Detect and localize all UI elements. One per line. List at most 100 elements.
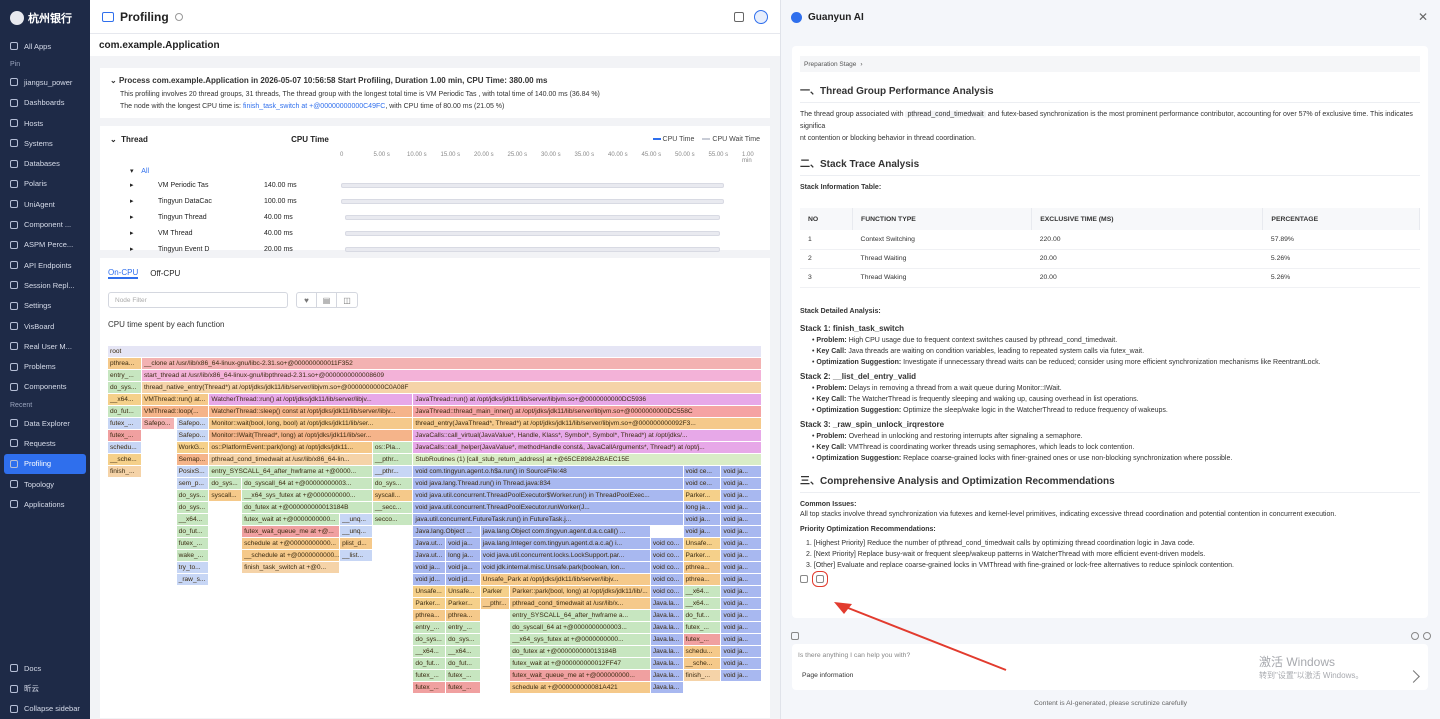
- flame-frame[interactable]: pthrea...: [413, 610, 447, 621]
- flame-frame[interactable]: void ja...: [721, 538, 762, 549]
- flame-frame[interactable]: plist_d...: [340, 538, 373, 549]
- flame-frame[interactable]: JavaThread::thread_main_inner() at /opt/…: [413, 406, 762, 417]
- flame-frame[interactable]: JavaCalls::call_virtual(JavaValue*, Hand…: [413, 430, 762, 441]
- nav-item-aspm-perce-[interactable]: ASPM Perce...: [0, 235, 90, 255]
- nav-all-apps[interactable]: All Apps: [0, 36, 90, 56]
- expand-icon[interactable]: ▸: [130, 245, 144, 253]
- flame-frame[interactable]: Parker: [480, 586, 511, 597]
- flame-frame[interactable]: try_to...: [176, 562, 210, 573]
- flame-frame[interactable]: void java.util.concurrent.ThreadPoolExec…: [413, 502, 684, 513]
- flame-frame[interactable]: void ja...: [721, 502, 762, 513]
- nav-bottom-item[interactable]: Docs: [0, 658, 90, 678]
- flame-frame[interactable]: futex_...: [108, 430, 142, 441]
- flame-frame[interactable]: void co...: [650, 562, 684, 573]
- flame-frame[interactable]: __sche...: [108, 454, 142, 465]
- flame-frame[interactable]: do_syscall_64 at +@0000000000003...: [510, 622, 651, 633]
- flame-frame[interactable]: __list...: [340, 550, 373, 561]
- flame-frame[interactable]: void ja...: [721, 670, 762, 681]
- flame-frame[interactable]: void ja...: [721, 514, 762, 525]
- flame-frame[interactable]: PosixS...: [176, 466, 210, 477]
- flame-frame[interactable]: Java.la...: [650, 682, 684, 693]
- collapse-icon[interactable]: ⌄: [110, 135, 121, 144]
- flame-frame[interactable]: Parker...: [413, 598, 447, 609]
- legend-cpu-time[interactable]: CPU Time: [652, 136, 694, 143]
- flame-frame[interactable]: seccο...: [372, 514, 414, 525]
- flame-frame[interactable]: pthread_cond_timedwait at /usr/lib/x86_6…: [209, 454, 373, 465]
- flame-frame[interactable]: void ja...: [721, 658, 762, 669]
- flame-frame[interactable]: pthrea...: [446, 610, 481, 621]
- flame-frame[interactable]: long ja...: [446, 550, 481, 561]
- flame-frame[interactable]: __x64...: [108, 394, 142, 405]
- flame-frame[interactable]: pthrea...: [683, 562, 722, 573]
- flame-frame[interactable]: long ja...: [683, 502, 722, 513]
- add-icon[interactable]: [1423, 632, 1431, 640]
- export-icon[interactable]: [812, 570, 828, 587]
- expand-icon[interactable]: ▾: [130, 167, 141, 175]
- flame-frame[interactable]: Java.la...: [650, 634, 684, 645]
- thread-timeline-bar[interactable]: [345, 246, 720, 252]
- flame-frame[interactable]: VMThread::loop(...: [142, 406, 210, 417]
- flame-frame[interactable]: thread_entry(JavaThread*, Thread*) at /o…: [413, 418, 762, 429]
- thread-timeline-bar[interactable]: [341, 182, 724, 188]
- flame-frame[interactable]: Monitor::IWait(Thread*, long) at /opt/jd…: [209, 430, 414, 441]
- info-icon[interactable]: [174, 12, 183, 21]
- flame-frame[interactable]: void ja...: [721, 586, 762, 597]
- expand-icon[interactable]: ▸: [130, 181, 144, 189]
- flame-frame[interactable]: Parker...: [683, 550, 722, 561]
- flame-frame[interactable]: Parker...: [446, 598, 481, 609]
- flame-frame[interactable]: void ja...: [446, 538, 481, 549]
- nav-item-api-endpoints[interactable]: API Endpoints: [0, 255, 90, 275]
- flame-frame[interactable]: futex_...: [683, 622, 722, 633]
- flame-frame[interactable]: schedule at +@00000000000...: [242, 538, 341, 549]
- flame-frame[interactable]: void co...: [650, 550, 684, 561]
- flame-frame[interactable]: void ce...: [683, 466, 722, 477]
- flame-frame[interactable]: Java.la...: [650, 622, 684, 633]
- flame-frame[interactable]: void jdk.internal.misc.Unsafe.park(boole…: [480, 562, 651, 573]
- flame-frame[interactable]: do_fut...: [176, 526, 210, 537]
- nav-item-session-repl-[interactable]: Session Repl...: [0, 275, 90, 295]
- flame-frame[interactable]: java.util.concurrent.FutureTask.run() in…: [413, 514, 684, 525]
- flame-frame[interactable]: void com.tingyun.agent.o.h$a.run() in So…: [413, 466, 684, 477]
- legend-cpu-wait[interactable]: CPU Wait Time: [702, 136, 760, 143]
- nav-recent-topology[interactable]: Topology: [0, 474, 90, 494]
- flame-frame[interactable]: void jd...: [413, 574, 447, 585]
- flame-frame[interactable]: void jd...: [446, 574, 481, 585]
- flame-frame[interactable]: Java.la...: [650, 646, 684, 657]
- flame-frame[interactable]: WatcherThread::run() at /opt/jdks/jdk11/…: [209, 394, 414, 405]
- flame-frame[interactable]: do_sys...: [108, 382, 142, 393]
- flame-frame[interactable]: entry_...: [446, 622, 481, 633]
- nav-item-component-[interactable]: Component ...: [0, 214, 90, 234]
- flame-frame[interactable]: __x64_sys_futex at +@0000000000...: [510, 634, 651, 645]
- flame-frame[interactable]: do_fut...: [446, 658, 481, 669]
- heart-icon[interactable]: ♥: [297, 293, 317, 307]
- flame-frame[interactable]: futex_...: [446, 682, 481, 693]
- flame-frame[interactable]: syscall...: [372, 490, 414, 501]
- nav-item-hosts[interactable]: Hosts: [0, 113, 90, 133]
- flame-frame[interactable]: futex_...: [683, 634, 722, 645]
- nav-bottom-item[interactable]: Collapse sidebar: [0, 699, 90, 719]
- flame-frame[interactable]: void ja...: [721, 562, 762, 573]
- thread-row[interactable]: ▸ VM Thread 40.00 ms: [130, 226, 760, 240]
- flame-frame[interactable]: futex_wait at +@000000000012FF47: [510, 658, 651, 669]
- flame-frame[interactable]: void ja...: [721, 610, 762, 621]
- nav-item-settings[interactable]: Settings: [0, 296, 90, 316]
- flame-frame[interactable]: __x64...: [446, 646, 481, 657]
- flame-frame[interactable]: root: [108, 346, 762, 357]
- flame-frame[interactable]: syscall...: [209, 490, 243, 501]
- flame-frame[interactable]: void ce...: [683, 478, 722, 489]
- flame-frame[interactable]: finish_...: [108, 466, 142, 477]
- flame-frame[interactable]: void ja...: [446, 562, 481, 573]
- flame-frame[interactable]: __pthr...: [372, 466, 414, 477]
- thread-row[interactable]: ▸ Tingyun Thread 40.00 ms: [130, 210, 760, 224]
- nav-recent-applications[interactable]: Applications: [0, 494, 90, 514]
- flame-frame[interactable]: Java.la...: [650, 658, 684, 669]
- node-filter-input[interactable]: Node Filter: [108, 292, 288, 308]
- flame-frame[interactable]: StubRoutines (1) [call_stub_return_addre…: [413, 454, 762, 465]
- nav-item-problems[interactable]: Problems: [0, 356, 90, 376]
- list-view-icon[interactable]: ▤: [317, 293, 337, 307]
- flame-frame[interactable]: os::PlatformEvent::park(long) at /opt/jd…: [209, 442, 373, 453]
- flame-frame[interactable]: Unsafe...: [413, 586, 447, 597]
- thread-row[interactable]: ▸ VM Periodic Tas 140.00 ms: [130, 178, 760, 192]
- flame-frame[interactable]: __sche...: [683, 658, 722, 669]
- flame-frame[interactable]: start_thread at /usr/lib/x86_64-linux-gn…: [142, 370, 762, 381]
